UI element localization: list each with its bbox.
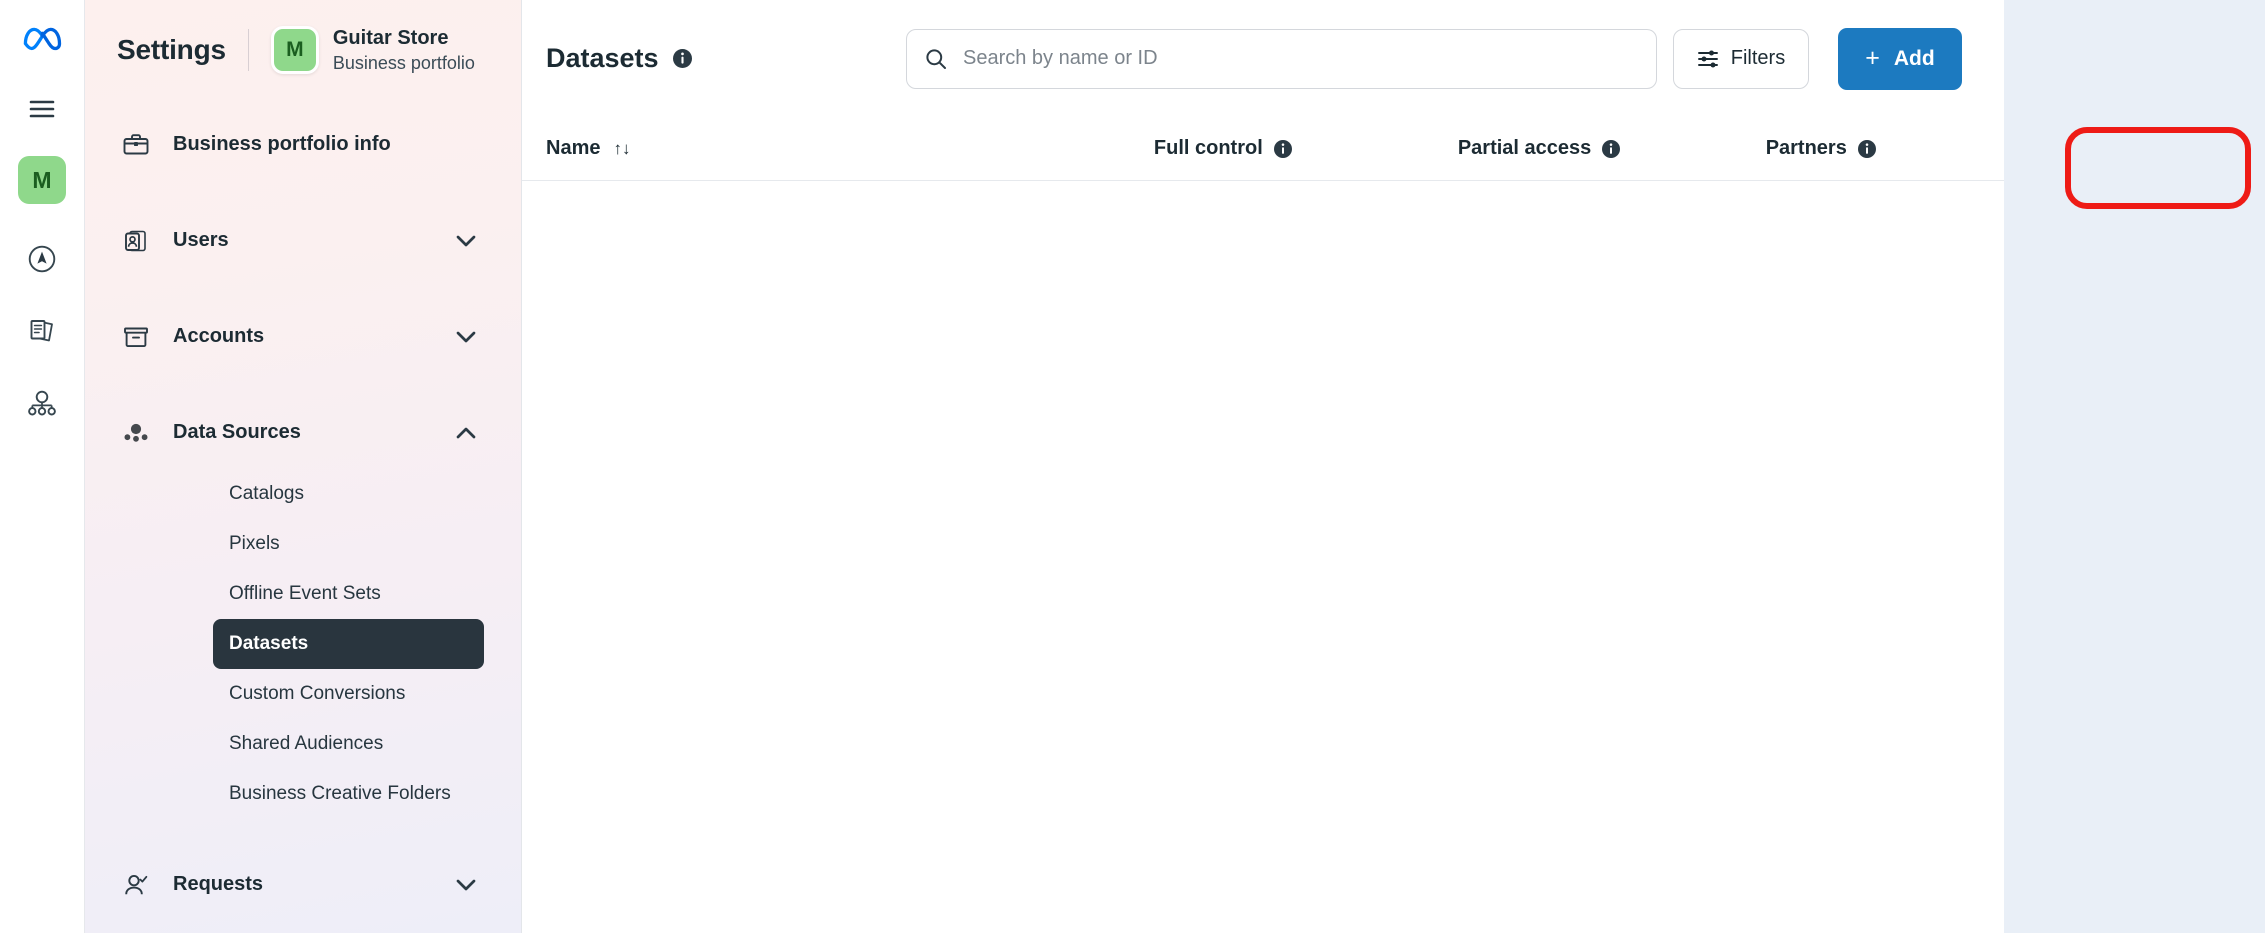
add-button[interactable]: + Add xyxy=(1838,27,1962,90)
sidebar-item-business-creative-folders[interactable]: Business Creative Folders xyxy=(213,769,484,819)
sidebar-item-data-sources[interactable]: Data Sources xyxy=(107,403,491,463)
column-header-label: Partial access xyxy=(1457,137,1592,159)
portfolio-info: Guitar Store Business portfolio xyxy=(333,26,475,75)
search-box[interactable] xyxy=(906,28,1657,89)
portfolio-badge-initial: M xyxy=(286,38,304,62)
portfolio-badge[interactable]: M xyxy=(270,26,319,75)
sidebar-item-label: Requests xyxy=(173,873,264,896)
column-header-label: Full control xyxy=(1153,137,1263,159)
datasets-panel: Datasets Search by name or ID Filters + … xyxy=(521,0,2004,933)
sidebar-item-catalogs[interactable]: Catalogs xyxy=(213,469,484,519)
sidebar-item-shared-audiences[interactable]: Shared Audiences xyxy=(213,719,484,769)
icon-rail: M xyxy=(0,0,85,933)
subnav-item-label: Offline Event Sets xyxy=(229,582,381,604)
chevron-up-icon[interactable] xyxy=(455,422,477,444)
page-title-group: Datasets xyxy=(546,43,692,74)
chevron-down-icon[interactable] xyxy=(455,230,477,252)
menu-icon[interactable] xyxy=(17,84,67,134)
id-card-icon xyxy=(121,226,151,256)
datasets-table-body xyxy=(522,181,2004,933)
settings-sidebar: Settings M Guitar Store Business portfol… xyxy=(85,0,521,933)
chevron-down-icon[interactable] xyxy=(455,326,477,348)
header-divider xyxy=(247,29,249,72)
subnav-item-label: Custom Conversions xyxy=(229,682,406,704)
column-header-label: Partners xyxy=(1765,137,1847,159)
add-button-label: Add xyxy=(1893,46,1935,70)
plus-icon: + xyxy=(1865,44,1880,72)
column-header-name[interactable]: Name ↑↓ xyxy=(546,137,1154,160)
sidebar-item-label: Accounts xyxy=(173,325,265,348)
sidebar-item-label: Business portfolio info xyxy=(173,133,391,156)
search-icon xyxy=(925,48,947,70)
column-header-full-control: Full control xyxy=(1154,137,1458,160)
subnav-item-label: Datasets xyxy=(229,632,309,654)
subnav-item-label: Shared Audiences xyxy=(229,732,384,754)
info-icon[interactable] xyxy=(672,49,692,68)
settings-header: Settings M Guitar Store Business portfol… xyxy=(85,0,521,101)
sidebar-nav: Business portfolio info Users Accounts D… xyxy=(85,101,521,915)
compass-icon[interactable] xyxy=(17,234,67,284)
sidebar-item-pixels[interactable]: Pixels xyxy=(213,519,484,569)
filters-button[interactable]: Filters xyxy=(1673,28,1809,89)
filters-label: Filters xyxy=(1730,47,1786,69)
main-content: Datasets Search by name or ID Filters + … xyxy=(521,0,2265,933)
chevron-down-icon[interactable] xyxy=(455,874,477,896)
sidebar-item-label: Users xyxy=(173,229,229,252)
sidebar-item-accounts[interactable]: Accounts xyxy=(107,307,491,367)
app-root: M Settings M Guitar Store Business portf… xyxy=(0,0,2265,933)
meta-logo-icon[interactable] xyxy=(19,16,65,62)
column-header-label: Name xyxy=(546,137,601,159)
portfolio-type: Business portfolio xyxy=(332,52,475,73)
portfolio-name: Guitar Store xyxy=(332,27,449,49)
box-icon xyxy=(121,322,151,352)
subnav-item-label: Business Creative Folders xyxy=(229,782,451,804)
subnav-item-label: Pixels xyxy=(229,532,280,554)
filters-icon xyxy=(1697,48,1719,70)
sidebar-item-business-portfolio-info[interactable]: Business portfolio info xyxy=(107,115,491,175)
info-icon[interactable] xyxy=(1857,139,1876,158)
data-sources-icon xyxy=(121,418,151,448)
sidebar-item-datasets[interactable]: Datasets xyxy=(213,618,484,669)
datasets-toolbar: Datasets Search by name or ID Filters + … xyxy=(522,0,2004,117)
pages-icon[interactable] xyxy=(17,306,67,356)
sidebar-item-custom-conversions[interactable]: Custom Conversions xyxy=(213,669,484,719)
info-icon[interactable] xyxy=(1602,139,1621,158)
sidebar-item-offline-event-sets[interactable]: Offline Event Sets xyxy=(213,569,484,619)
portfolio-avatar[interactable]: M xyxy=(18,156,66,204)
sidebar-item-users[interactable]: Users xyxy=(107,211,491,271)
subnav-item-label: Catalogs xyxy=(229,482,304,504)
search-input[interactable] xyxy=(961,46,1638,71)
sidebar-item-requests[interactable]: Requests xyxy=(107,855,491,915)
sidebar-item-label: Data Sources xyxy=(173,421,301,444)
sort-icon[interactable]: ↑↓ xyxy=(613,139,630,159)
column-header-partial-access: Partial access xyxy=(1458,137,1766,160)
column-header-partners: Partners xyxy=(1766,137,1980,160)
datasets-table-header: Name ↑↓ Full control Partial access Part… xyxy=(522,117,2004,181)
hierarchy-icon[interactable] xyxy=(17,378,67,428)
data-sources-submenu: Catalogs Pixels Offline Event Sets Datas… xyxy=(85,469,521,819)
user-check-icon xyxy=(121,870,151,900)
portfolio-avatar-initial: M xyxy=(32,166,52,193)
page-title: Datasets xyxy=(546,43,659,73)
page-title-settings: Settings xyxy=(117,34,226,66)
info-icon[interactable] xyxy=(1273,139,1292,158)
briefcase-icon xyxy=(121,130,151,160)
